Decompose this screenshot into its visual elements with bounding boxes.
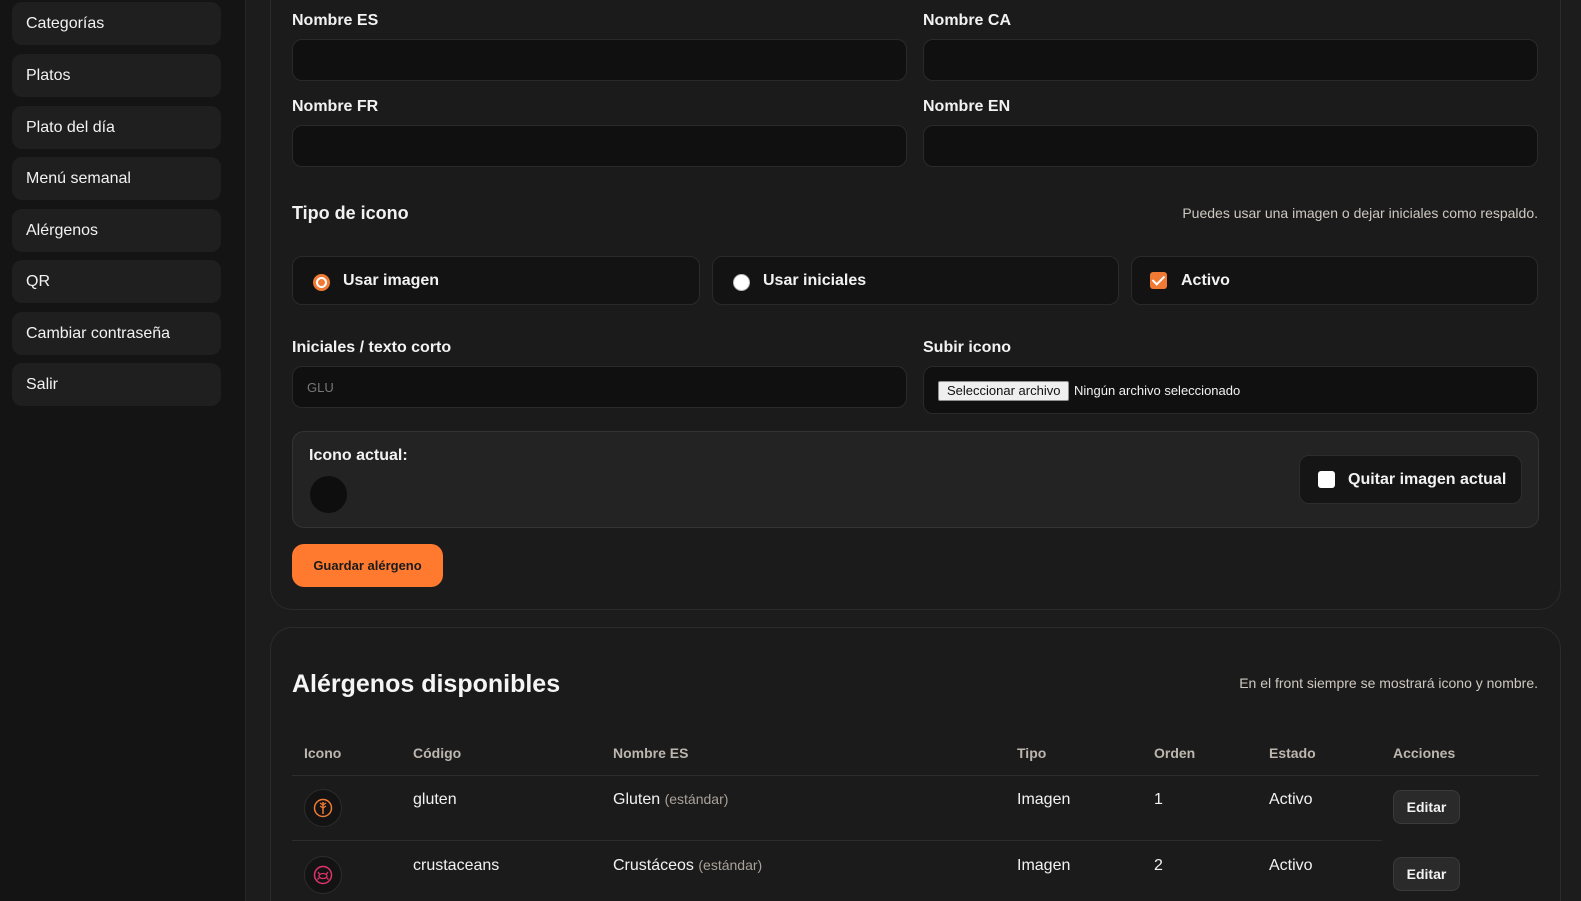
active-checkbox[interactable] bbox=[1150, 272, 1167, 289]
use-image-option[interactable]: Usar imagen bbox=[292, 256, 700, 305]
remove-image-option[interactable]: Quitar imagen actual bbox=[1299, 455, 1522, 504]
sidebar-item-qr[interactable]: QR bbox=[12, 260, 221, 303]
initials-label: Iniciales / texto corto bbox=[292, 339, 452, 356]
select-file-button[interactable]: Seleccionar archivo bbox=[938, 381, 1070, 401]
row-2-standard-tag: (estándar) bbox=[698, 857, 763, 873]
sidebar-item-alergenos[interactable]: Alérgenos bbox=[12, 209, 221, 252]
row-1-standard-tag: (estándar) bbox=[664, 791, 729, 807]
row-2-order: 2 bbox=[1154, 857, 1163, 874]
name-es-input[interactable] bbox=[293, 40, 906, 80]
sidebar-item-menu-semanal[interactable]: Menú semanal bbox=[12, 157, 221, 200]
sidebar-item-platos[interactable]: Platos bbox=[12, 54, 221, 97]
active-label: Activo bbox=[1181, 272, 1230, 289]
use-initials-radio[interactable] bbox=[733, 274, 750, 291]
sidebar-item-salir[interactable]: Salir bbox=[12, 363, 221, 406]
row-2-edit-button[interactable]: Editar bbox=[1393, 857, 1460, 891]
row-divider bbox=[292, 840, 1382, 841]
sidebar-item-categorias[interactable]: Categorías bbox=[12, 2, 221, 45]
row-1-name: Gluten (estándar) bbox=[613, 791, 728, 809]
name-es-field[interactable] bbox=[292, 39, 907, 81]
row-1-order: 1 bbox=[1154, 791, 1163, 808]
current-icon-label: Icono actual: bbox=[309, 447, 408, 464]
row-1-name-text: Gluten bbox=[613, 791, 661, 808]
row-2-name-text: Crustáceos bbox=[613, 857, 694, 874]
current-icon-preview bbox=[310, 476, 347, 513]
name-ca-input[interactable] bbox=[924, 40, 1537, 80]
remove-image-label: Quitar imagen actual bbox=[1348, 471, 1507, 488]
column-header-orden: Orden bbox=[1154, 745, 1196, 761]
column-header-codigo: Código bbox=[413, 745, 462, 761]
icon-type-title: Tipo de icono bbox=[292, 203, 409, 223]
row-1-edit-button[interactable]: Editar bbox=[1393, 790, 1460, 824]
row-1-status: Activo bbox=[1269, 791, 1313, 808]
icon-type-hint: Puedes usar una imagen o dejar iniciales… bbox=[1182, 205, 1538, 221]
row-2-code: crustaceans bbox=[413, 857, 500, 874]
list-hint: En el front siempre se mostrará icono y … bbox=[1239, 675, 1538, 691]
name-ca-label: Nombre CA bbox=[923, 12, 1012, 29]
crab-icon bbox=[304, 856, 342, 894]
save-allergen-button[interactable]: Guardar alérgeno bbox=[292, 544, 443, 587]
remove-image-checkbox[interactable] bbox=[1318, 471, 1335, 488]
row-2-status: Activo bbox=[1269, 857, 1313, 874]
name-ca-field[interactable] bbox=[923, 39, 1538, 81]
use-initials-label: Usar iniciales bbox=[763, 272, 867, 289]
initials-input[interactable] bbox=[293, 367, 906, 407]
name-fr-label: Nombre FR bbox=[292, 98, 379, 115]
active-option[interactable]: Activo bbox=[1131, 256, 1538, 305]
name-fr-input[interactable] bbox=[293, 126, 906, 166]
row-1-code: gluten bbox=[413, 791, 457, 808]
list-title: Alérgenos disponibles bbox=[292, 670, 561, 698]
name-en-input[interactable] bbox=[924, 126, 1537, 166]
name-fr-field[interactable] bbox=[292, 125, 907, 167]
file-status-text: Ningún archivo seleccionado bbox=[1074, 383, 1241, 398]
row-2-name: Crustáceos (estándar) bbox=[613, 857, 762, 875]
name-en-field[interactable] bbox=[923, 125, 1538, 167]
column-header-icono: Icono bbox=[304, 745, 342, 761]
name-en-label: Nombre EN bbox=[923, 98, 1011, 115]
column-header-acciones: Acciones bbox=[1393, 745, 1456, 761]
name-es-label: Nombre ES bbox=[292, 12, 379, 29]
sidebar-item-plato-del-dia[interactable]: Plato del día bbox=[12, 106, 221, 149]
table-header-divider bbox=[292, 775, 1539, 776]
use-image-label: Usar imagen bbox=[343, 272, 440, 289]
column-header-nombre-es: Nombre ES bbox=[613, 745, 689, 761]
upload-icon-label: Subir icono bbox=[923, 339, 1011, 356]
initials-field[interactable] bbox=[292, 366, 907, 408]
wheat-icon bbox=[304, 789, 342, 827]
column-header-tipo: Tipo bbox=[1017, 745, 1047, 761]
column-header-estado: Estado bbox=[1269, 745, 1316, 761]
row-2-type: Imagen bbox=[1017, 857, 1071, 874]
row-1-type: Imagen bbox=[1017, 791, 1071, 808]
use-initials-option[interactable]: Usar iniciales bbox=[712, 256, 1119, 305]
sidebar-item-cambiar-contrasena[interactable]: Cambiar contraseña bbox=[12, 312, 221, 355]
use-image-radio[interactable] bbox=[313, 274, 330, 291]
sidebar: Categorías Platos Plato del día Menú sem… bbox=[0, 0, 246, 901]
